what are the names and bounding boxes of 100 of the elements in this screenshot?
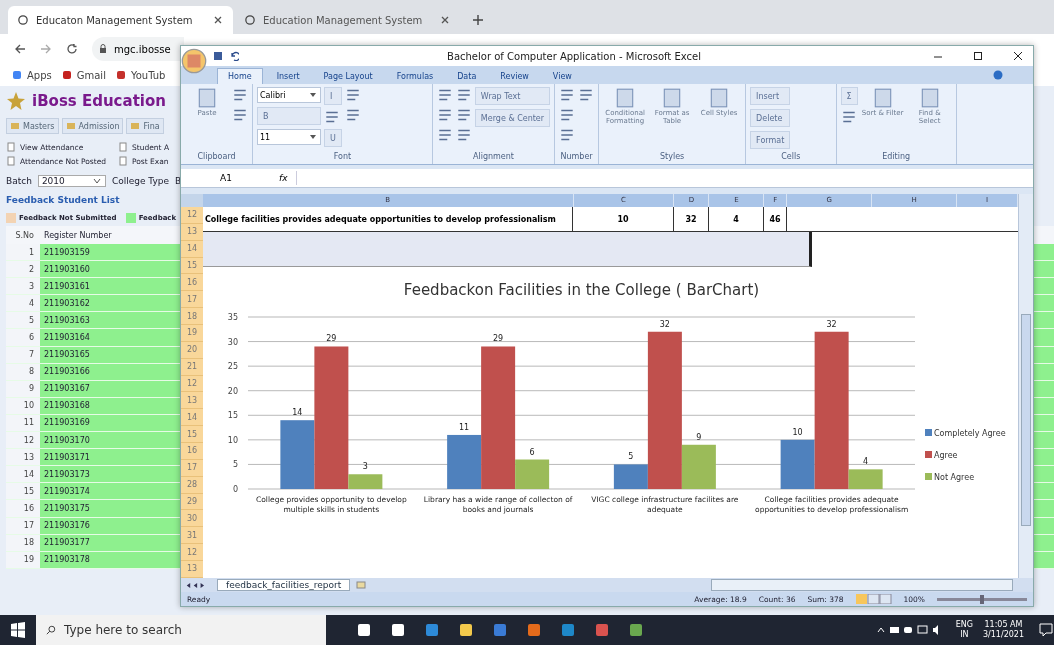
browser-tab[interactable]: Educaton Management System xyxy=(8,6,233,34)
row-header[interactable]: 21 xyxy=(181,358,203,376)
row-header[interactable]: 19 xyxy=(181,325,203,342)
tool-icon[interactable] xyxy=(232,87,248,103)
row-header[interactable]: 28 xyxy=(181,476,203,494)
ribbon-tab[interactable]: Page Layout xyxy=(313,69,383,84)
row-header[interactable]: 29 xyxy=(181,493,203,511)
vertical-scrollbar[interactable] xyxy=(1018,194,1033,578)
table-cell-text: 211903160 xyxy=(43,264,91,274)
row-header[interactable]: 20 xyxy=(181,341,203,359)
undo-icon[interactable] xyxy=(229,51,239,61)
tool-icon[interactable] xyxy=(436,87,453,103)
ribbon-button[interactable]: Delete xyxy=(750,109,791,127)
tool-icon[interactable] xyxy=(559,87,576,103)
table-cell-text: 211903161 xyxy=(43,281,91,291)
zoom-slider-thumb[interactable] xyxy=(980,594,984,604)
tool-icon[interactable] xyxy=(559,127,576,143)
tool-icon[interactable] xyxy=(232,107,248,123)
ribbon-button[interactable]: Format xyxy=(750,131,791,149)
clock-date[interactable]: 3/11/2021 xyxy=(982,630,1024,640)
batch-dropdown[interactable]: 2010 xyxy=(37,175,106,187)
row-header[interactable]: 13 xyxy=(181,561,203,578)
ribbon-tab[interactable]: Data xyxy=(447,69,487,84)
tool-icon[interactable] xyxy=(344,107,361,123)
tool-icon[interactable] xyxy=(578,87,595,103)
row-header[interactable]: 16 xyxy=(181,443,203,460)
tool-icon[interactable] xyxy=(559,107,576,123)
row-header[interactable]: 15 xyxy=(181,426,203,444)
region-indicator[interactable]: IN xyxy=(960,630,969,640)
tool-icon[interactable] xyxy=(455,107,472,123)
bookmark[interactable]: Gmail xyxy=(61,69,106,81)
menu-tab[interactable]: Admission xyxy=(61,118,124,134)
reload-icon[interactable] xyxy=(66,43,78,55)
sheet-tab[interactable]: feedback_facilities_report xyxy=(217,579,351,591)
bookmark[interactable]: Apps xyxy=(12,69,52,81)
address-bar[interactable]: mgc.ibosse xyxy=(92,37,184,61)
taskbar-app-icon[interactable] xyxy=(390,622,406,638)
ribbon-tab[interactable]: Review xyxy=(490,69,539,84)
row-header[interactable]: 30 xyxy=(181,510,203,528)
bookmark-icon xyxy=(12,70,22,80)
name-box[interactable]: A1 xyxy=(181,173,271,183)
row-header[interactable]: 12 xyxy=(181,375,203,393)
group-label: Cells xyxy=(780,151,802,163)
legend-label: Agree xyxy=(934,451,958,460)
data-label: 9 xyxy=(696,432,702,442)
ribbon-tab[interactable]: Home xyxy=(217,68,263,84)
bookmark[interactable]: YouTub xyxy=(115,69,166,81)
row-header[interactable]: 31 xyxy=(181,527,203,545)
forward-icon[interactable] xyxy=(40,43,52,55)
font-field[interactable]: 11 xyxy=(257,129,321,145)
clock-time[interactable]: 11:05 AM xyxy=(984,620,1023,630)
ribbon-tab[interactable]: Insert xyxy=(266,69,310,84)
menu-tab[interactable]: Masters xyxy=(6,118,59,134)
close-icon[interactable] xyxy=(213,15,223,25)
table-cell-text: 211903177 xyxy=(43,538,91,548)
data-label: 5 xyxy=(628,452,634,462)
ribbon-button[interactable]: Wrap Text xyxy=(474,87,551,105)
table-cell-text: 211903167 xyxy=(43,384,91,394)
row-header[interactable]: 17 xyxy=(181,459,203,477)
legend-label: Not Agree xyxy=(934,473,975,482)
row-header[interactable]: 12 xyxy=(181,207,203,224)
tool-icon[interactable] xyxy=(344,87,361,103)
new-tab-icon[interactable] xyxy=(472,14,484,26)
row-header[interactable]: 16 xyxy=(181,274,203,292)
tool-icon[interactable] xyxy=(840,109,857,125)
close-icon[interactable] xyxy=(1013,51,1023,61)
search-field[interactable]: Type here to search xyxy=(36,615,326,645)
tool-icon[interactable] xyxy=(436,127,453,143)
tool-icon[interactable] xyxy=(455,87,472,103)
help-icon[interactable] xyxy=(993,70,1003,80)
font-field[interactable]: Calibri xyxy=(257,87,321,103)
ribbon-tab[interactable]: View xyxy=(542,69,582,84)
row-header[interactable]: 12 xyxy=(181,544,203,562)
tool-icon[interactable] xyxy=(436,107,453,123)
row-header[interactable]: 17 xyxy=(181,291,203,309)
ribbon-button[interactable]: B xyxy=(257,107,321,125)
data-label: 32 xyxy=(659,319,670,329)
ribbon-tab[interactable]: Formulas xyxy=(386,69,444,84)
menu-tab[interactable]: Fina xyxy=(126,118,164,134)
horizontal-scrollbar[interactable] xyxy=(711,579,1013,591)
ribbon-button[interactable]: I xyxy=(324,87,342,105)
notification-icon[interactable] xyxy=(1038,622,1054,638)
maximize-icon[interactable] xyxy=(973,51,983,61)
table-cell: 32 xyxy=(674,207,709,231)
ribbon-button[interactable]: Σ xyxy=(840,87,858,105)
section-title: Feedback Student List xyxy=(6,194,120,207)
row-header[interactable]: 14 xyxy=(181,409,203,427)
windows-start-icon[interactable] xyxy=(10,622,26,638)
ribbon-button[interactable]: U xyxy=(324,129,342,147)
row-header[interactable]: 18 xyxy=(181,308,203,325)
tool-icon[interactable] xyxy=(455,127,472,143)
tool-icon[interactable] xyxy=(324,109,340,125)
browser-tab[interactable]: Education Management System xyxy=(235,6,460,34)
ribbon-button[interactable]: Insert xyxy=(750,87,791,105)
taskbar-app-icon[interactable] xyxy=(458,622,474,638)
back-icon[interactable] xyxy=(14,43,26,55)
row-header[interactable]: 13 xyxy=(181,392,203,410)
ribbon-button[interactable]: Merge & Center xyxy=(474,109,551,127)
taskbar-app-icon[interactable] xyxy=(356,622,372,638)
language-indicator[interactable]: ENG xyxy=(955,620,973,630)
